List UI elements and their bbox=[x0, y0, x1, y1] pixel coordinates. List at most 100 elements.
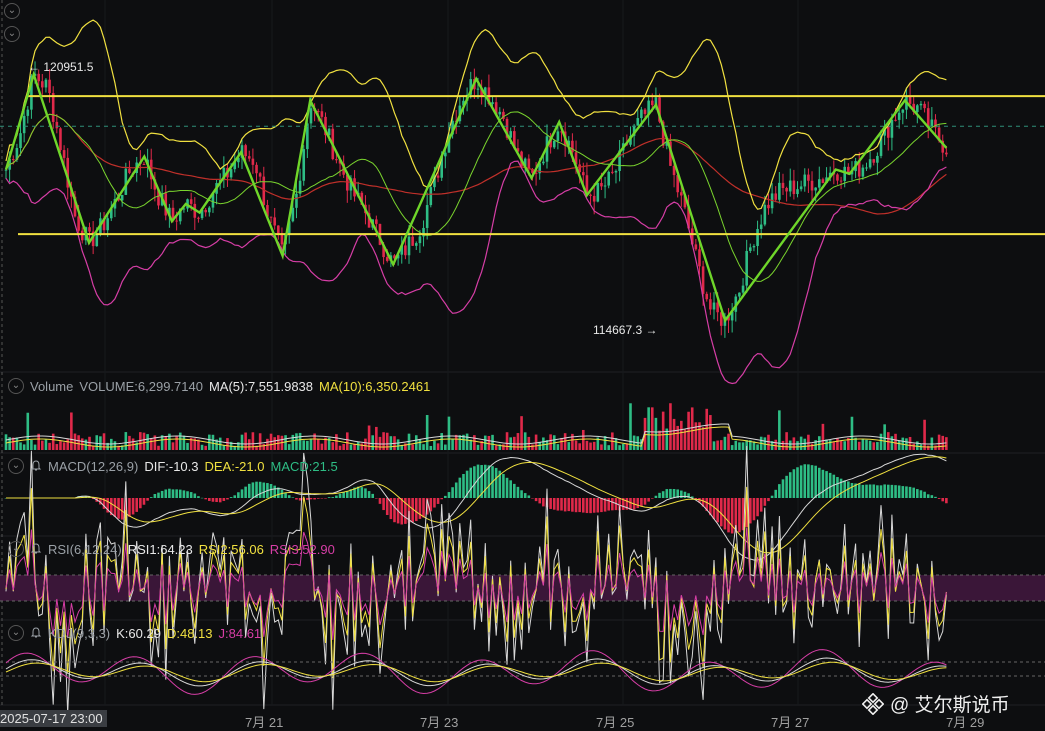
macd-histogram-bar bbox=[578, 498, 581, 513]
volume-bar bbox=[487, 435, 491, 450]
volume-bar bbox=[157, 445, 160, 450]
macd-histogram-bar bbox=[400, 498, 404, 525]
candle-body bbox=[4, 169, 8, 171]
macd-histogram-bar bbox=[462, 473, 465, 498]
candle-body bbox=[836, 174, 839, 181]
macd-histogram-bar bbox=[335, 495, 338, 498]
candle-body bbox=[926, 108, 930, 127]
candle-body bbox=[414, 243, 418, 246]
collapse-icon[interactable]: ⌄ bbox=[8, 378, 24, 394]
macd-histogram-bar bbox=[574, 498, 578, 513]
macd-histogram-bar bbox=[414, 498, 418, 522]
candle-body bbox=[778, 182, 781, 200]
collapse-icon[interactable]: ⌄ bbox=[4, 3, 20, 19]
collapse-icon[interactable]: ⌄ bbox=[8, 625, 24, 641]
watermark-text: @ 艾尔斯说币 bbox=[890, 695, 1010, 716]
collapse-icon[interactable]: ⌄ bbox=[8, 541, 24, 557]
candle-body bbox=[128, 168, 131, 173]
macd-histogram-bar bbox=[770, 495, 774, 498]
macd-histogram-bar bbox=[153, 493, 157, 498]
macd-histogram-bar bbox=[552, 498, 556, 510]
macd-histogram-bar bbox=[581, 498, 585, 513]
candle-body bbox=[255, 164, 258, 174]
volume-bar bbox=[360, 443, 364, 450]
macd-histogram-bar bbox=[607, 498, 611, 511]
volume-ma5: MA(5):7,551.9838 bbox=[208, 378, 314, 394]
high-price-marker: ← 120951.5 bbox=[28, 60, 94, 74]
volume-bar bbox=[88, 436, 91, 450]
candle-body bbox=[868, 159, 872, 168]
macd-histogram-bar bbox=[600, 498, 603, 513]
candle-body bbox=[738, 292, 741, 297]
volume-bar bbox=[585, 440, 589, 450]
macd-histogram-bar bbox=[556, 498, 560, 511]
candle-body bbox=[556, 131, 560, 141]
candle-body bbox=[886, 126, 890, 138]
macd-histogram-bar bbox=[774, 489, 778, 498]
candle-body bbox=[571, 140, 574, 153]
rsi-legend: ⌄ RSI(6,12,24) RSI1:64.23 RSI2:56.06 RSI… bbox=[8, 541, 335, 557]
volume-bar bbox=[894, 433, 897, 450]
candle-body bbox=[799, 186, 803, 190]
macd-histogram-bar bbox=[592, 498, 596, 513]
macd-histogram-bar bbox=[211, 498, 215, 502]
collapse-icon[interactable]: ⌄ bbox=[4, 26, 20, 42]
volume-bar bbox=[738, 442, 741, 450]
bell-icon[interactable] bbox=[30, 460, 42, 472]
volume-bar bbox=[342, 443, 345, 450]
macd-histogram-bar bbox=[567, 498, 571, 512]
macd-histogram-bar bbox=[258, 481, 262, 498]
candle-body bbox=[716, 302, 719, 313]
volume-bar bbox=[164, 436, 168, 450]
volume-bar bbox=[429, 445, 433, 450]
volume-bar bbox=[647, 407, 650, 450]
macd-histogram-bar bbox=[821, 469, 825, 498]
macd-histogram-bar bbox=[916, 489, 919, 498]
volume-bar bbox=[712, 441, 716, 450]
volume-bar bbox=[531, 444, 534, 450]
volume-bar bbox=[879, 433, 883, 450]
candle-body bbox=[244, 145, 247, 157]
volume-bar bbox=[451, 439, 454, 450]
bell-icon[interactable] bbox=[30, 627, 42, 639]
volume-bar bbox=[716, 440, 719, 450]
macd-histogram-bar bbox=[636, 498, 640, 509]
candle-body bbox=[429, 187, 433, 206]
macd-histogram-bar bbox=[647, 498, 650, 502]
macd-histogram-bar bbox=[222, 498, 226, 501]
bell-icon[interactable] bbox=[30, 543, 42, 555]
candle-body bbox=[51, 93, 55, 122]
volume-bar bbox=[436, 443, 440, 450]
collapse-icon[interactable]: ⌄ bbox=[8, 458, 24, 474]
volume-bar bbox=[458, 435, 462, 450]
candle-body bbox=[861, 167, 865, 177]
macd-histogram-bar bbox=[229, 497, 233, 498]
volume-bar bbox=[614, 438, 618, 450]
volume-bar bbox=[338, 445, 342, 450]
volume-bar bbox=[600, 444, 603, 450]
candle-body bbox=[175, 220, 178, 222]
volume-bar bbox=[302, 440, 306, 450]
macd-histogram-bar bbox=[469, 467, 473, 498]
volume-bar bbox=[727, 433, 730, 450]
candle-body bbox=[709, 299, 712, 310]
macd-histogram-bar bbox=[542, 498, 545, 507]
macd-histogram-bar bbox=[661, 491, 665, 498]
macd-histogram-bar bbox=[393, 498, 396, 523]
volume-bar bbox=[618, 445, 621, 450]
macd-histogram-bar bbox=[233, 495, 237, 498]
macd-hist: MACD:21.5 bbox=[270, 458, 338, 474]
candle-body bbox=[444, 152, 447, 157]
candle-body bbox=[756, 228, 759, 246]
candle-body bbox=[258, 173, 262, 177]
macd-histogram-bar bbox=[763, 498, 767, 506]
candle-body bbox=[197, 217, 200, 219]
trading-chart-canvas[interactable] bbox=[0, 0, 1045, 730]
volume-bar bbox=[661, 411, 665, 450]
candle-body bbox=[77, 216, 80, 231]
candle-body bbox=[767, 204, 770, 209]
macd-histogram-bar bbox=[640, 498, 643, 507]
macd-histogram-bar bbox=[861, 484, 865, 498]
volume-bar bbox=[542, 437, 545, 450]
low-price-marker: 114667.3 → bbox=[593, 323, 658, 337]
